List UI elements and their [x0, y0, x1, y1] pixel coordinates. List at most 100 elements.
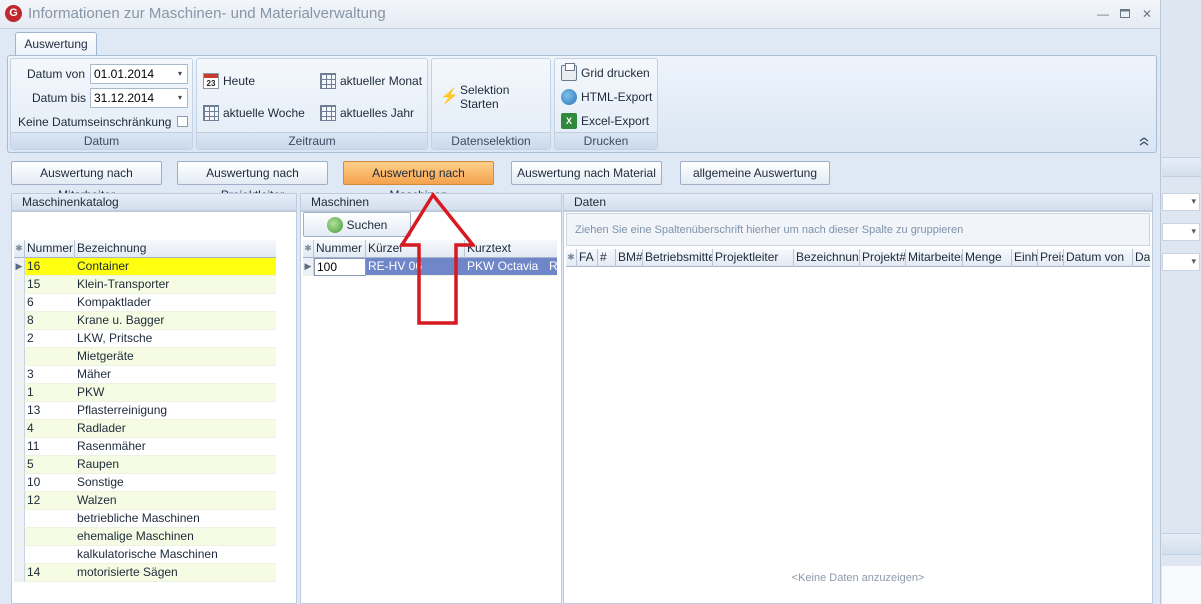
catalog-bezeichnung[interactable]: Raupen: [75, 456, 276, 474]
catalog-nummer[interactable]: 4: [25, 420, 75, 438]
catalog-bezeichnung[interactable]: betriebliche Maschinen: [75, 510, 276, 528]
catalog-bezeichnung[interactable]: LKW, Pritsche: [75, 330, 276, 348]
table-row[interactable]: ehemalige Maschinen: [14, 528, 276, 546]
auswertung-material-button[interactable]: Auswertung nach Material: [511, 161, 662, 185]
catalog-bezeichnung[interactable]: Mietgeräte: [75, 348, 276, 366]
column-preis[interactable]: Preis: [1038, 249, 1064, 267]
column-hash[interactable]: #: [598, 249, 616, 267]
catalog-nummer[interactable]: [25, 546, 75, 564]
background-dropdown[interactable]: ▾: [1162, 223, 1200, 241]
table-row[interactable]: Mietgeräte: [14, 348, 276, 366]
group-by-hint[interactable]: Ziehen Sie eine Spaltenüberschrift hierh…: [566, 213, 1150, 246]
catalog-bezeichnung[interactable]: motorisierte Sägen: [75, 564, 276, 582]
column-fa[interactable]: FA: [577, 249, 598, 267]
table-row[interactable]: betriebliche Maschinen: [14, 510, 276, 528]
column-datum-von[interactable]: Datum von: [1064, 249, 1133, 267]
catalog-nummer[interactable]: 12: [25, 492, 75, 510]
column-betriebsmittel[interactable]: Betriebsmittel: [643, 249, 713, 267]
machine-kuerzel[interactable]: RE-HV 06: [366, 258, 465, 276]
column-projektleiter[interactable]: Projektleiter: [713, 249, 794, 267]
catalog-bezeichnung[interactable]: Container: [75, 258, 276, 276]
column-mitarbeiter[interactable]: Mitarbeiter: [906, 249, 963, 267]
catalog-bezeichnung[interactable]: kalkulatorische Maschinen: [75, 546, 276, 564]
auswertung-maschinen-button[interactable]: Auswertung nach Maschinen: [343, 161, 494, 202]
auswertung-mitarbeiter-button[interactable]: Auswertung nach Mitarbeiter: [11, 161, 162, 202]
catalog-nummer[interactable]: 2: [25, 330, 75, 348]
html-export-button[interactable]: HTML-Export: [561, 88, 652, 106]
keine-datumseinschraenkung-checkbox[interactable]: [177, 116, 188, 127]
aktueller-monat-button[interactable]: aktueller Monat: [320, 72, 422, 90]
catalog-bezeichnung[interactable]: Klein-Transporter: [75, 276, 276, 294]
background-dropdown[interactable]: ▾: [1162, 253, 1200, 271]
collapse-ribbon-icon[interactable]: [1139, 137, 1149, 149]
catalog-bezeichnung[interactable]: Mäher: [75, 366, 276, 384]
selektion-starten-button[interactable]: ⚡ Selektion Starten: [440, 83, 550, 111]
background-dropdown[interactable]: ▾: [1162, 193, 1200, 211]
table-row[interactable]: 3 Mäher: [14, 366, 276, 384]
machine-extra[interactable]: R: [547, 258, 557, 276]
catalog-bezeichnung[interactable]: Walzen: [75, 492, 276, 510]
table-row[interactable]: 5 Raupen: [14, 456, 276, 474]
catalog-nummer[interactable]: 11: [25, 438, 75, 456]
close-button[interactable]: ✕: [1139, 6, 1155, 22]
catalog-bezeichnung[interactable]: Kompaktlader: [75, 294, 276, 312]
catalog-nummer[interactable]: 8: [25, 312, 75, 330]
table-row[interactable]: 11 Rasenmäher: [14, 438, 276, 456]
auswertung-projektleiter-button[interactable]: Auswertung nach Projektleiter: [177, 161, 328, 202]
chevron-down-icon[interactable]: ▾: [173, 89, 187, 107]
aktuelle-woche-button[interactable]: aktuelle Woche: [203, 104, 305, 122]
column-menge[interactable]: Menge: [963, 249, 1012, 267]
column-nummer[interactable]: Nummer: [25, 240, 75, 258]
catalog-nummer[interactable]: 14: [25, 564, 75, 582]
table-row[interactable]: 14 motorisierte Sägen: [14, 564, 276, 582]
table-row[interactable]: 8 Krane u. Bagger: [14, 312, 276, 330]
suchen-button[interactable]: Suchen: [303, 212, 411, 237]
catalog-bezeichnung[interactable]: Pflasterreinigung: [75, 402, 276, 420]
table-row[interactable]: kalkulatorische Maschinen: [14, 546, 276, 564]
catalog-nummer[interactable]: 6: [25, 294, 75, 312]
heute-button[interactable]: 23 Heute: [203, 72, 255, 90]
maximize-button[interactable]: [1117, 6, 1133, 22]
column-projekt-nr[interactable]: Projekt#: [860, 249, 906, 267]
machine-nummer[interactable]: 100: [314, 258, 366, 276]
table-row[interactable]: 1 PKW: [14, 384, 276, 402]
catalog-nummer[interactable]: [25, 348, 75, 366]
catalog-bezeichnung[interactable]: Sonstige: [75, 474, 276, 492]
catalog-nummer[interactable]: 13: [25, 402, 75, 420]
minimize-button[interactable]: —: [1095, 6, 1111, 22]
catalog-nummer[interactable]: 16: [25, 258, 75, 276]
catalog-nummer[interactable]: [25, 510, 75, 528]
column-bezeichnung[interactable]: Bezeichnung: [794, 249, 860, 267]
table-row[interactable]: 13 Pflasterreinigung: [14, 402, 276, 420]
tab-auswertung[interactable]: Auswertung: [15, 32, 97, 56]
chevron-down-icon[interactable]: ▾: [173, 65, 187, 83]
column-kurztext[interactable]: Kurztext: [465, 240, 557, 258]
catalog-nummer[interactable]: [25, 528, 75, 546]
catalog-nummer[interactable]: 15: [25, 276, 75, 294]
catalog-nummer[interactable]: 10: [25, 474, 75, 492]
column-bm-nr[interactable]: BM#: [616, 249, 643, 267]
catalog-bezeichnung[interactable]: ehemalige Maschinen: [75, 528, 276, 546]
table-row[interactable]: 15 Klein-Transporter: [14, 276, 276, 294]
catalog-bezeichnung[interactable]: PKW: [75, 384, 276, 402]
allgemeine-auswertung-button[interactable]: allgemeine Auswertung: [680, 161, 830, 185]
column-kuerzel[interactable]: Kürzel: [366, 240, 465, 258]
grid-drucken-button[interactable]: Grid drucken: [561, 63, 650, 82]
table-row[interactable]: 2 LKW, Pritsche: [14, 330, 276, 348]
table-row[interactable]: 4 Radlader: [14, 420, 276, 438]
table-row[interactable]: 12 Walzen: [14, 492, 276, 510]
column-bezeichnung[interactable]: Bezeichnung: [75, 240, 276, 258]
column-einh[interactable]: Einh: [1012, 249, 1038, 267]
table-row[interactable]: ▶ 16 Container: [14, 258, 276, 276]
column-nummer[interactable]: Nummer: [314, 240, 366, 258]
column-datum-bis[interactable]: Da: [1133, 249, 1150, 267]
catalog-nummer[interactable]: 1: [25, 384, 75, 402]
table-row[interactable]: 6 Kompaktlader: [14, 294, 276, 312]
catalog-nummer[interactable]: 5: [25, 456, 75, 474]
catalog-nummer[interactable]: 3: [25, 366, 75, 384]
catalog-bezeichnung[interactable]: Radlader: [75, 420, 276, 438]
excel-export-button[interactable]: X Excel-Export: [561, 112, 649, 130]
catalog-bezeichnung[interactable]: Krane u. Bagger: [75, 312, 276, 330]
table-row[interactable]: ▶ 100 RE-HV 06 PKW Octavia R: [303, 258, 557, 276]
catalog-bezeichnung[interactable]: Rasenmäher: [75, 438, 276, 456]
